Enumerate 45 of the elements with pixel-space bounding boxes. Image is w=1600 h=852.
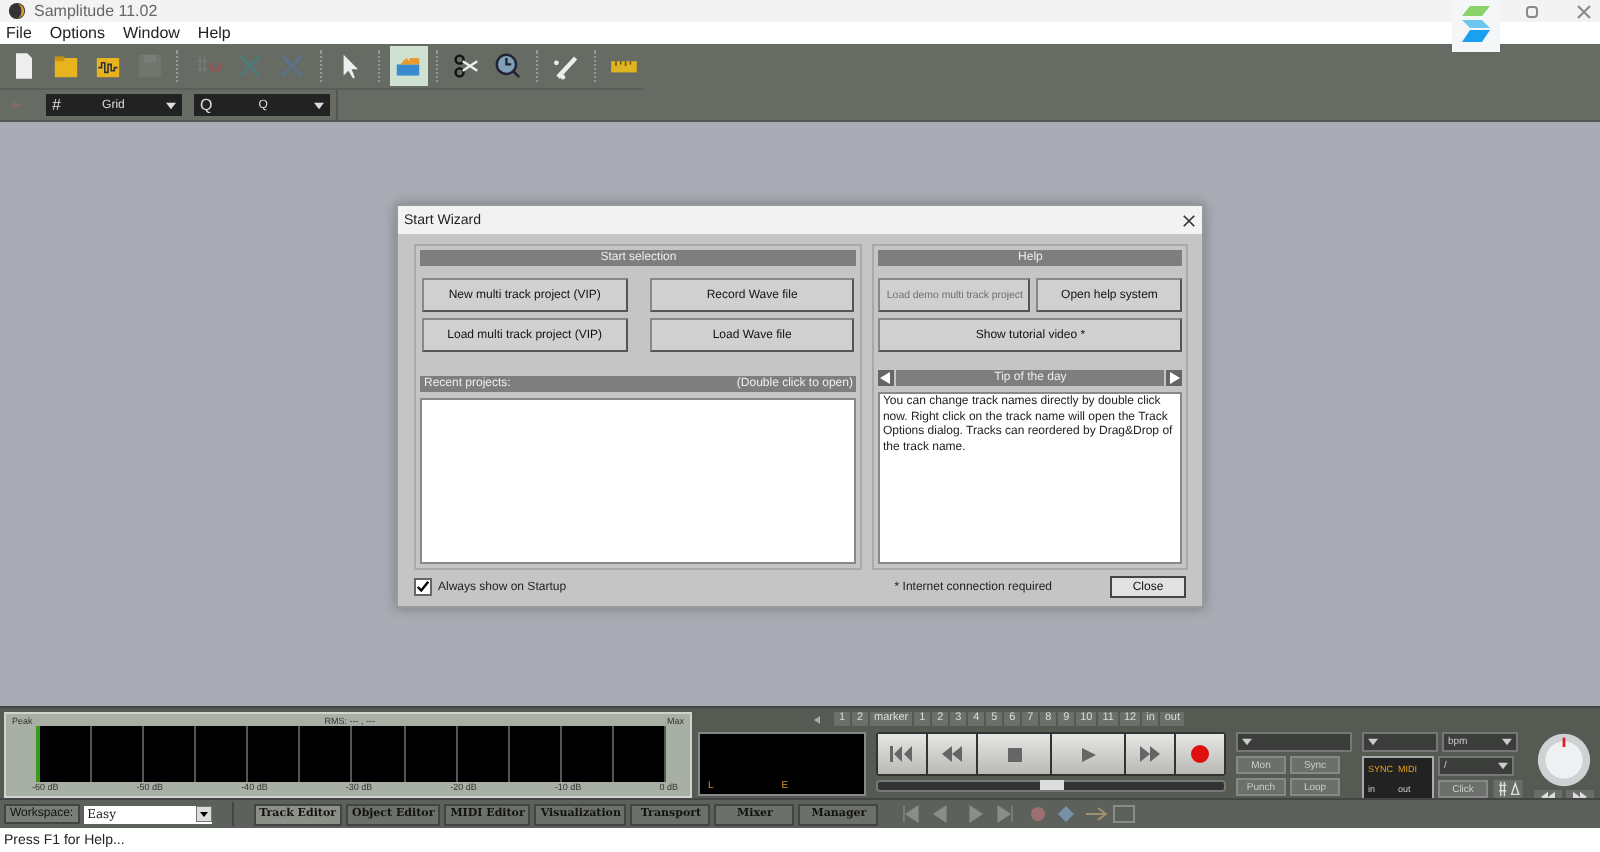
caret-icon — [166, 101, 176, 109]
close-icon[interactable] — [1182, 213, 1196, 227]
floating-app-icon[interactable] — [1452, 0, 1500, 52]
dropdown[interactable] — [1362, 732, 1438, 752]
crossfade-icon — [276, 50, 309, 82]
folder-icon — [49, 50, 82, 82]
recent-projects-list[interactable] — [420, 398, 857, 564]
scissors-icon — [450, 50, 483, 82]
menu-item[interactable]: Window — [120, 24, 182, 42]
go-to-start-button[interactable] — [878, 734, 926, 774]
stop-icon — [1007, 747, 1021, 761]
magnifier-icon — [492, 50, 525, 82]
dropdown[interactable] — [1236, 732, 1352, 752]
record-button[interactable] — [1176, 734, 1224, 774]
play-button[interactable] — [1052, 734, 1124, 774]
menu-item[interactable]: Help — [195, 24, 233, 42]
app-logo-icon — [8, 2, 26, 20]
caret-icon — [195, 806, 212, 822]
fast-forward-icon — [1140, 746, 1160, 762]
next-tip-button[interactable] — [1166, 370, 1182, 386]
record-icon — [1190, 744, 1210, 764]
grid-glyph: # — [52, 96, 61, 114]
caret-icon — [1498, 762, 1508, 770]
menu-item[interactable]: File — [4, 24, 34, 42]
caret-icon — [1368, 738, 1378, 746]
quantize-glyph: Q — [200, 96, 213, 114]
rewind-button[interactable] — [928, 734, 976, 774]
left-arrow-icon — [880, 372, 893, 384]
caret-icon — [314, 101, 324, 109]
fast-forward-button[interactable] — [1126, 734, 1174, 774]
position-slider-thumb[interactable] — [1039, 780, 1063, 790]
right-arrow-icon — [1168, 372, 1180, 384]
window-title: Samplitude 11.02 — [34, 2, 158, 20]
rewind-icon — [942, 746, 962, 762]
caret-icon — [1242, 738, 1252, 746]
checkbox[interactable] — [414, 578, 432, 596]
volume-knob[interactable] — [1536, 732, 1592, 788]
checkmark-icon — [416, 580, 430, 594]
go-to-start-icon — [890, 746, 914, 762]
caret-icon — [1502, 738, 1512, 746]
play-icon — [1081, 747, 1095, 761]
previous-tip-button[interactable] — [878, 370, 895, 386]
stop-button[interactable] — [978, 734, 1050, 774]
restore-icon[interactable] — [1524, 3, 1540, 19]
menu-item[interactable]: Options — [47, 24, 107, 42]
